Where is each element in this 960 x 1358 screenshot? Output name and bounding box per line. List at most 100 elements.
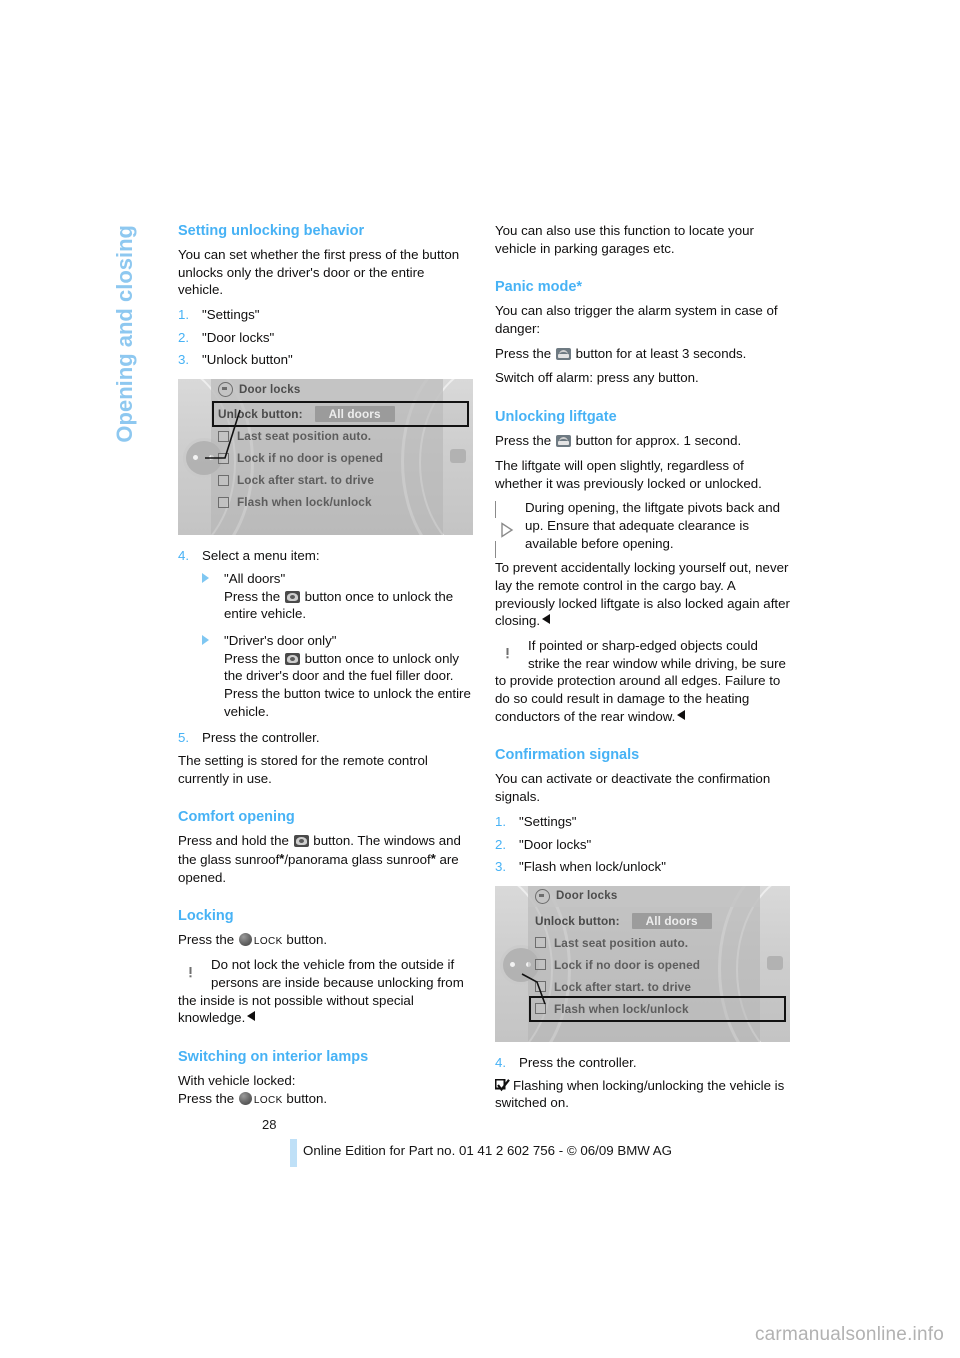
idrive-screenshot-door-locks-flash: Door locks Unlock button: All doors Last… (495, 885, 790, 1042)
step-text: "Settings" (519, 813, 577, 829)
triangle-bullet-icon (202, 634, 209, 645)
text-b: button for at least 3 seconds. (575, 345, 747, 361)
footer-legal-text: Online Edition for Part no. 01 41 2 602 … (303, 1143, 673, 1158)
note-text: During opening, the liftgate pivots back… (525, 500, 781, 551)
step-number: 4. (178, 548, 190, 564)
paragraph-vehicle-locked: With vehicle locked: (178, 1072, 296, 1088)
steps-unlocking-behavior-continued: 4. Select a menu item: (178, 547, 473, 565)
sub-bullet-title: "Driver's door only" (224, 632, 337, 648)
list-item: 5. Press the controller. (178, 729, 473, 747)
list-item: 4. Press the controller. (495, 1054, 790, 1072)
leader-line (205, 409, 241, 459)
note-text-2: To prevent accidentally locking yourself… (495, 560, 790, 629)
left-column: Setting unlocking behavior You can set w… (178, 222, 473, 1114)
step-text: "Door locks" (519, 836, 592, 852)
paragraph-liftgate-lockout: To prevent accidentally locking yourself… (495, 559, 790, 630)
remote-unlock-button-icon (293, 835, 309, 848)
sub-bullet-text-a: Press the (224, 588, 281, 604)
lock-button-icon (238, 933, 252, 947)
warning-triangle-icon (495, 639, 520, 664)
list-item: "Driver's door only" Press the button on… (202, 632, 473, 720)
warning-triangle-icon (178, 958, 203, 984)
leader-line (521, 973, 546, 1005)
note-liftgate-clearance: During opening, the liftgate pivots back… (495, 499, 790, 558)
step-text: "Door locks" (202, 329, 275, 345)
liftgate-button-icon (555, 347, 571, 360)
text-c: /panorama glass sunroof (284, 852, 431, 868)
text-b: button. (286, 932, 328, 948)
step-number: 3. (495, 859, 507, 875)
lock-label: Lock (253, 1094, 283, 1106)
paragraph-setting-stored: The setting is stored for the remote con… (178, 752, 428, 786)
step-text: "Unlock button" (202, 352, 293, 368)
steps-unlocking-behavior-final: 5. Press the controller. (178, 729, 473, 747)
heading-setting-unlocking-behavior: Setting unlocking behavior (178, 223, 365, 239)
text-a: Press the (495, 433, 552, 449)
list-item: 1. "Settings" (495, 813, 790, 831)
heading-confirmation-signals: Confirmation signals (495, 747, 640, 764)
footer-accent-bar (290, 1139, 297, 1167)
text-b: button for approx. 1 second. (575, 433, 742, 449)
text-a: Press and hold the (178, 833, 289, 849)
triangle-bullet-icon (202, 572, 209, 583)
step-number: 2. (178, 329, 190, 345)
idrive-screenshot-door-locks-unlock-button: Door locks Unlock button: All doors Last… (178, 379, 473, 536)
paragraph-unlocking-intro: You can set whether the first press of t… (178, 247, 460, 298)
list-item: 2. "Door locks" (495, 836, 790, 854)
paragraph-switch-off-alarm: Switch off alarm: press any button. (495, 370, 699, 386)
paragraph-liftgate-opens: The liftgate will open slightly, regardl… (495, 457, 762, 491)
end-of-notice-marker (677, 709, 686, 720)
step-text: "Flash when lock/unlock" (519, 859, 666, 875)
list-item: 1. "Settings" (178, 306, 473, 324)
text-b: button. (286, 1090, 328, 1106)
step-text: Press the controller. (202, 730, 320, 746)
heading-switching-on-interior-lamps: Switching on interior lamps (178, 1048, 369, 1065)
paragraph-interior-lamps-press: Press the Lock button. (178, 1090, 473, 1108)
sub-bullets-menu-items: "All doors" Press the button once to unl… (178, 570, 473, 720)
remote-unlock-button-icon (284, 590, 300, 603)
step-number: 2. (495, 836, 507, 852)
text-a: Press the (495, 345, 552, 361)
paragraph-locate-vehicle: You can also use this function to locate… (495, 223, 754, 256)
warning-locking: Do not lock the vehicle from the outside… (178, 956, 473, 1027)
list-item: 2. "Door locks" (178, 329, 473, 347)
paragraph-panic-press: Press the button for at least 3 seconds. (495, 345, 790, 363)
text-a: Press the (178, 1090, 235, 1106)
paragraph-flash-result: Flashing when locking/unlocking the vehi… (494, 1077, 790, 1112)
end-of-notice-marker (247, 1011, 256, 1022)
list-item: 3. "Flash when lock/unlock" (495, 858, 790, 876)
step-number: 3. (178, 352, 190, 368)
paragraph-comfort-opening: Press and hold the button. The windows a… (178, 832, 473, 886)
steps-confirmation-signals: 1. "Settings" 2. "Door locks" 3. "Flash whe… (495, 813, 790, 876)
heading-unlocking-liftgate: Unlocking liftgate (495, 409, 617, 426)
remote-unlock-button-icon (284, 652, 300, 665)
heading-panic-mode: Panic mode* (495, 279, 583, 296)
step-number: 4. (495, 1054, 507, 1070)
right-column: You can also use this function to locate… (494, 222, 790, 1119)
page-number: 28 (262, 1117, 277, 1132)
paragraph-panic-intro: You can also trigger the alarm system in… (495, 303, 778, 337)
lock-button-icon (238, 1091, 252, 1105)
watermark: carmanualsonline.info (754, 1324, 944, 1345)
step-number: 1. (178, 307, 190, 323)
sub-bullet-title: "All doors" (224, 570, 286, 586)
paragraph-locking-press: Press the Lock button. (178, 931, 473, 949)
paragraph-liftgate-press: Press the button for approx. 1 second. (495, 432, 790, 450)
step-number: 5. (178, 730, 190, 746)
heading-locking: Locking (178, 908, 234, 925)
lock-label: Lock (253, 936, 283, 948)
chapter-title: Opening and closing (112, 225, 137, 443)
sub-bullet-text-a: Press the (224, 650, 281, 666)
steps-unlocking-behavior: 1. "Settings" 2. "Door locks" 3. "Unlock bu… (178, 306, 473, 369)
note-icon (495, 501, 517, 558)
list-item: 3. "Unlock button" (178, 351, 473, 369)
step-text: "Settings" (202, 307, 260, 323)
warning-rear-window: If pointed or sharp-edged objects could … (495, 637, 790, 725)
list-item: 4. Select a menu item: (178, 547, 473, 565)
result-text: Flashing when locking/unlocking the vehi… (495, 1077, 785, 1111)
page-footer: 28 Online Edition for Part no. 01 41 2 6… (0, 1117, 960, 1177)
step-text: Select a menu item: (202, 548, 320, 564)
step-number: 1. (495, 813, 507, 829)
end-of-notice-marker (542, 614, 551, 625)
warning-text: If pointed or sharp-edged objects could … (495, 638, 786, 724)
